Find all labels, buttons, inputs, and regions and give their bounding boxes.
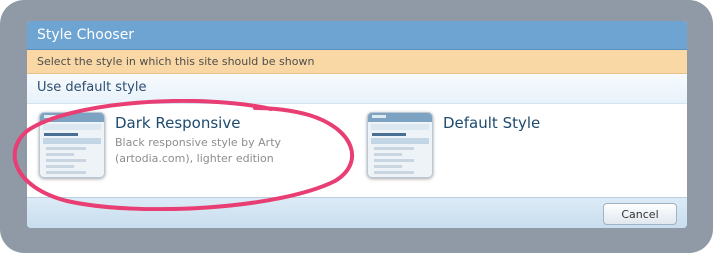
- use-default-style-link[interactable]: Use default style: [27, 74, 687, 104]
- style-description: Black responsive style by Arty (artodia.…: [115, 136, 282, 165]
- style-thumbnail: [367, 112, 433, 178]
- style-option-default[interactable]: Default Style: [367, 112, 687, 192]
- dialog-footer: Cancel: [27, 197, 687, 228]
- style-name: Dark Responsive: [115, 114, 241, 132]
- cancel-button[interactable]: Cancel: [603, 203, 677, 225]
- style-thumbnail: [39, 112, 105, 178]
- style-list: Dark Responsive Black responsive style b…: [27, 104, 687, 196]
- notice-text: Select the style in which this site shou…: [27, 50, 687, 74]
- dialog-title: Style Chooser: [27, 21, 687, 50]
- style-chooser-dialog: Style Chooser Select the style in which …: [27, 21, 687, 228]
- style-option-dark-responsive[interactable]: Dark Responsive Black responsive style b…: [39, 112, 359, 192]
- style-name: Default Style: [443, 114, 541, 132]
